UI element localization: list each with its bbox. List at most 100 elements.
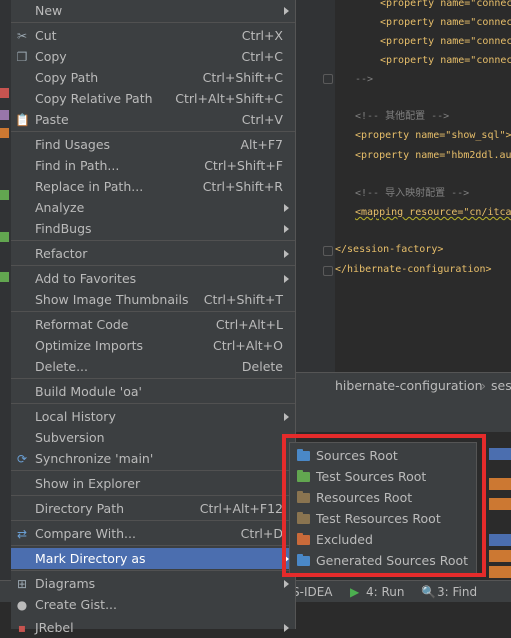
- diagram-icon: ⊞: [16, 577, 28, 591]
- menu-item-optimize-imports[interactable]: Optimize Imports Ctrl+Alt+O: [11, 335, 295, 356]
- menu-item-shortcut: Ctrl+Alt+L: [215, 317, 283, 332]
- menu-item-label: Add to Favorites: [35, 271, 137, 286]
- submenu-arrow-icon: [284, 250, 289, 258]
- menu-item-build-module[interactable]: Build Module 'oa': [11, 381, 295, 402]
- menu-item-findbugs[interactable]: FindBugs: [11, 218, 295, 239]
- submenu-arrow-icon: [284, 275, 289, 283]
- breadcrumb: hibernate-configuration › ses: [295, 372, 511, 399]
- menu-item-label: Diagrams: [35, 576, 96, 591]
- menu-item-label: JRebel: [35, 620, 74, 635]
- console-line: [489, 478, 511, 490]
- menu-item-label: Paste: [35, 112, 69, 127]
- menu-item-label: Refactor: [35, 246, 88, 261]
- menu-item-label: Optimize Imports: [35, 338, 144, 353]
- menu-separator: [11, 545, 295, 546]
- menu-item-copy[interactable]: ❐ Copy Ctrl+C: [11, 46, 295, 67]
- code-editor[interactable]: <property name="connec <property name="c…: [335, 0, 511, 372]
- menu-item-mark-directory-as[interactable]: Mark Directory as: [11, 548, 295, 569]
- code-line: -->: [355, 74, 374, 85]
- paste-icon: 📋: [15, 113, 30, 127]
- menu-item-shortcut: Ctrl+Alt+O: [213, 338, 283, 353]
- tab-find[interactable]: 3: Find: [437, 581, 477, 603]
- menu-item-directory-path[interactable]: Directory Path Ctrl+Alt+F12: [11, 498, 295, 519]
- tree-marker: [0, 232, 9, 242]
- menu-item-shortcut: Alt+F7: [240, 137, 283, 152]
- menu-item-synchronize[interactable]: ⟳ Synchronize 'main': [11, 448, 295, 469]
- menu-item-label: Build Module 'oa': [35, 384, 142, 399]
- menu-item-label: Synchronize 'main': [35, 451, 154, 466]
- menu-item-replace-in-path[interactable]: Replace in Path... Ctrl+Shift+R: [11, 176, 295, 197]
- run-icon: ▶: [350, 585, 360, 599]
- highlight-annotation: [282, 434, 486, 577]
- submenu-arrow-icon: [284, 204, 289, 212]
- menu-item-compare-with[interactable]: ⇄ Compare With... Ctrl+D: [11, 523, 295, 544]
- submenu-arrow-icon: [284, 580, 289, 588]
- breadcrumb-item[interactable]: ses: [491, 373, 511, 399]
- console-line: [489, 498, 511, 510]
- menu-item-label: Local History: [35, 409, 116, 424]
- console-line: [489, 550, 511, 562]
- tab-run[interactable]: 4: Run: [366, 581, 405, 603]
- breadcrumb-item[interactable]: hibernate-configuration: [335, 373, 483, 399]
- menu-item-label: Show Image Thumbnails: [35, 292, 189, 307]
- jrebel-icon: ▪: [17, 621, 27, 635]
- fold-marker[interactable]: [323, 74, 333, 84]
- menu-item-local-history[interactable]: Local History: [11, 406, 295, 427]
- menu-item-subversion[interactable]: Subversion: [11, 427, 295, 448]
- menu-separator: [11, 570, 295, 571]
- github-icon: ●: [16, 598, 28, 612]
- menu-item-create-gist[interactable]: ● Create Gist...: [11, 594, 295, 615]
- menu-item-label: Reformat Code: [35, 317, 129, 332]
- menu-item-label: Analyze: [35, 200, 85, 215]
- menu-separator: [11, 265, 295, 266]
- editor-gutter: [295, 0, 335, 372]
- tree-marker: [0, 272, 9, 282]
- menu-item-analyze[interactable]: Analyze: [11, 197, 295, 218]
- fold-marker[interactable]: [323, 266, 333, 276]
- menu-item-label: Delete...: [35, 359, 88, 374]
- menu-separator: [11, 131, 295, 132]
- console-line: [489, 566, 511, 578]
- menu-item-jrebel[interactable]: ▪ JRebel: [11, 617, 295, 638]
- menu-item-shortcut: Ctrl+X: [241, 28, 283, 43]
- submenu-arrow-icon: [284, 7, 289, 15]
- menu-item-label: Copy Path: [35, 70, 99, 85]
- tree-marker: [0, 128, 9, 138]
- tree-marker: [0, 110, 9, 120]
- menu-item-copy-relative-path[interactable]: Copy Relative Path Ctrl+Alt+Shift+C: [11, 88, 295, 109]
- code-line: <property name="connec: [380, 17, 511, 28]
- menu-item-copy-path[interactable]: Copy Path Ctrl+Shift+C: [11, 67, 295, 88]
- menu-item-refactor[interactable]: Refactor: [11, 243, 295, 264]
- submenu-arrow-icon: [284, 624, 289, 632]
- menu-item-find-in-path[interactable]: Find in Path... Ctrl+Shift+F: [11, 155, 295, 176]
- code-line: <property name="hbm2ddl.au: [355, 150, 511, 161]
- menu-item-find-usages[interactable]: Find Usages Alt+F7: [11, 134, 295, 155]
- menu-item-label: Copy Relative Path: [35, 91, 153, 106]
- fold-marker[interactable]: [323, 246, 333, 256]
- menu-item-diagrams[interactable]: ⊞ Diagrams: [11, 573, 295, 594]
- menu-item-show-in-explorer[interactable]: Show in Explorer: [11, 473, 295, 494]
- tree-marker: [0, 88, 9, 98]
- code-line: <property name="connec: [380, 36, 511, 47]
- submenu-arrow-icon: [284, 225, 289, 233]
- menu-item-paste[interactable]: 📋 Paste Ctrl+V: [11, 109, 295, 130]
- console-line: [489, 448, 511, 460]
- menu-item-label: Find Usages: [35, 137, 111, 152]
- menu-item-reformat-code[interactable]: Reformat Code Ctrl+Alt+L: [11, 314, 295, 335]
- menu-item-shortcut: Ctrl+Shift+T: [203, 292, 283, 307]
- menu-item-add-to-favorites[interactable]: Add to Favorites: [11, 268, 295, 289]
- menu-item-new[interactable]: New: [11, 0, 295, 21]
- menu-separator: [11, 495, 295, 496]
- menu-item-cut[interactable]: ✂ Cut Ctrl+X: [11, 25, 295, 46]
- menu-item-label: Create Gist...: [35, 597, 118, 612]
- code-line: <!-- 其他配置 -->: [355, 111, 450, 122]
- menu-item-shortcut: Ctrl+Shift+F: [204, 158, 283, 173]
- tab-idea[interactable]: S-IDEA: [292, 581, 333, 603]
- code-line: <property name="show_sql">: [355, 130, 511, 141]
- context-menu: New ✂ Cut Ctrl+X ❐ Copy Ctrl+C Copy Path…: [11, 0, 296, 635]
- menu-item-delete[interactable]: Delete... Delete: [11, 356, 295, 377]
- menu-separator: [11, 22, 295, 23]
- menu-item-show-image-thumbnails[interactable]: Show Image Thumbnails Ctrl+Shift+T: [11, 289, 295, 310]
- code-line: <mapping resource="cn/itca: [355, 207, 511, 218]
- menu-item-label: Find in Path...: [35, 158, 120, 173]
